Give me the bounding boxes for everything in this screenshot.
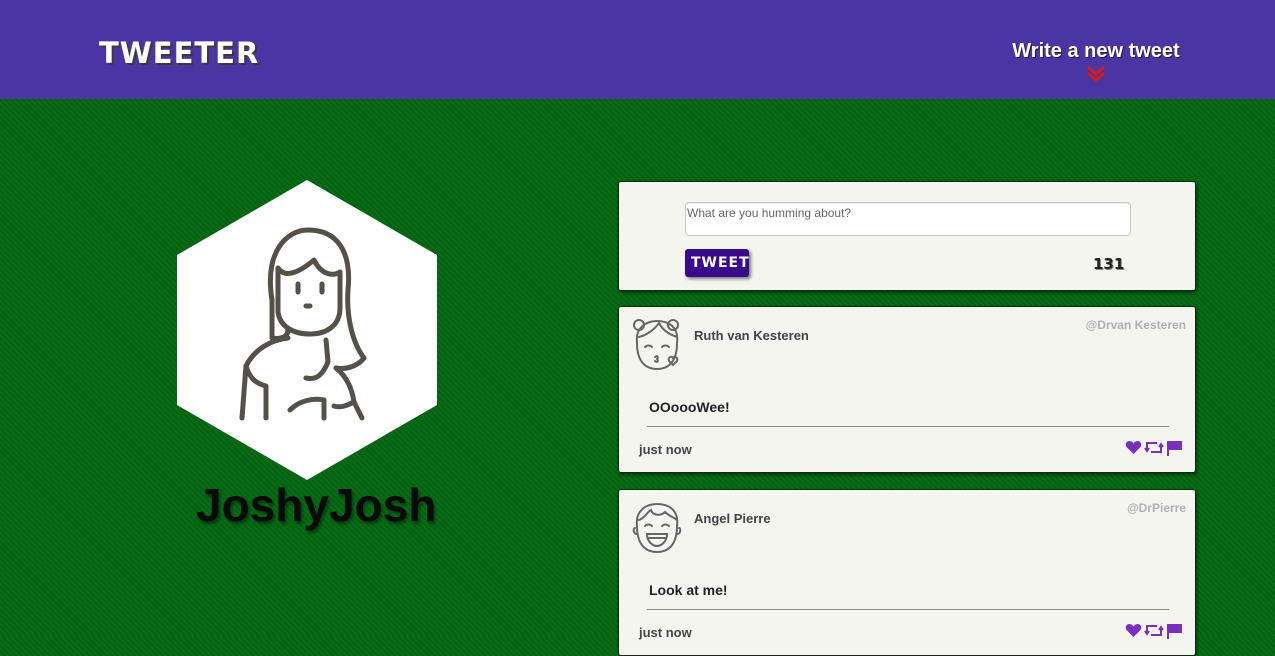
tweet-content: Look at me!: [649, 582, 728, 598]
top-nav: Tweeter Write a new tweet: [0, 0, 1275, 99]
double-chevron-down-icon[interactable]: [1086, 65, 1106, 83]
girl-blowing-kiss-icon: [633, 319, 679, 371]
write-new-tweet-label: Write a new tweet: [1012, 40, 1180, 62]
tweet-divider: [647, 609, 1169, 610]
tweet-author-handle: @DrPierre: [1126, 501, 1186, 515]
tweet-author-handle: @Drvan Kesteren: [1085, 318, 1186, 332]
tweet-card: Ruth van Kesteren @Drvan Kesteren OOoooW…: [618, 306, 1196, 473]
tweet-author-name: Angel Pierre: [694, 511, 771, 526]
char-counter: 131: [1093, 255, 1125, 273]
heart-icon[interactable]: [1125, 440, 1142, 461]
profile-username: JoshyJosh: [196, 479, 437, 531]
tweet-actions: [1125, 623, 1183, 644]
tweet-divider: [647, 426, 1169, 427]
heart-icon[interactable]: [1125, 623, 1142, 644]
new-tweet-form: Tweet 131: [618, 181, 1196, 291]
tweet-card: Angel Pierre @DrPierre Look at me! just …: [618, 489, 1196, 656]
brand-logo[interactable]: Tweeter: [99, 36, 259, 70]
flag-icon[interactable]: [1166, 440, 1183, 461]
tweet-button[interactable]: Tweet: [685, 249, 749, 277]
flag-icon[interactable]: [1166, 623, 1183, 644]
write-new-tweet-link[interactable]: Write a new tweet: [1011, 40, 1181, 83]
profile-avatar: [177, 180, 437, 480]
tweet-timestamp: just now: [639, 442, 692, 457]
tweet-timestamp: just now: [639, 625, 692, 640]
retweet-icon[interactable]: [1144, 440, 1164, 461]
tweet-author-name: Ruth van Kesteren: [694, 328, 809, 343]
tweet-input[interactable]: [685, 202, 1131, 236]
tweet-actions: [1125, 440, 1183, 461]
smiling-man-icon: [632, 502, 682, 554]
tweet-content: OOoooWee!: [649, 399, 730, 415]
retweet-icon[interactable]: [1144, 623, 1164, 644]
